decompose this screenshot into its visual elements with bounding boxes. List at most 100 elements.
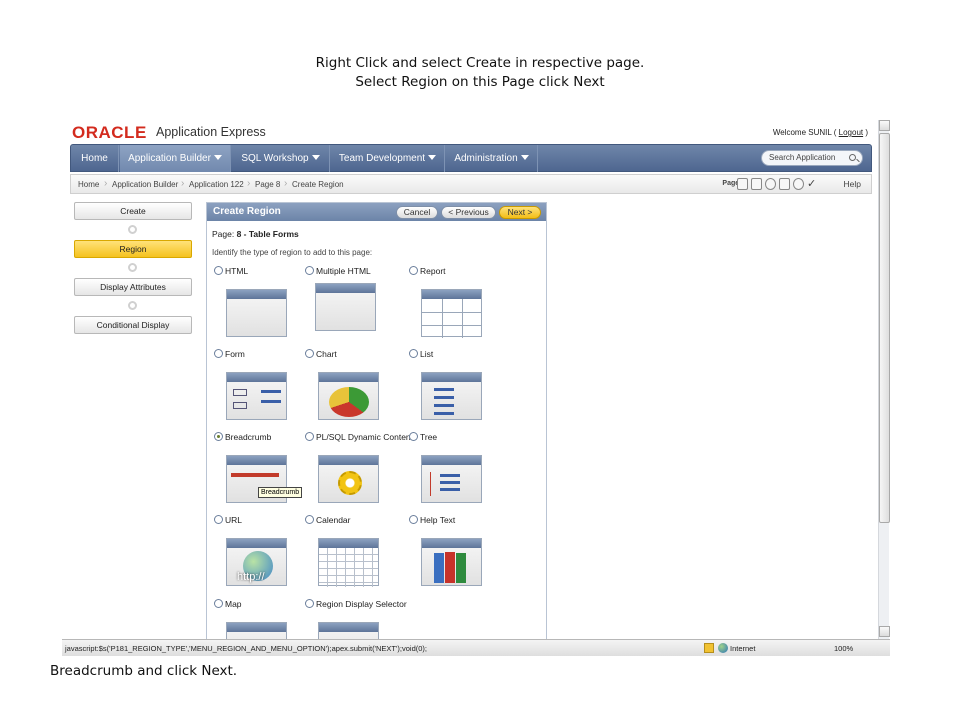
cancel-button[interactable]: Cancel	[396, 206, 438, 219]
radio-chart[interactable]	[305, 349, 314, 358]
form-region-thumbnail-icon[interactable]	[226, 372, 287, 420]
list-region-thumbnail-icon[interactable]	[421, 372, 482, 420]
option-region-display-selector-label: Region Display Selector	[316, 599, 407, 609]
radio-help-text[interactable]	[409, 515, 418, 524]
plsql-region-thumbnail-icon[interactable]	[318, 455, 379, 503]
option-url[interactable]: URL	[214, 515, 242, 525]
option-map[interactable]: Map	[214, 599, 242, 609]
wizard-step-region[interactable]: Region	[74, 240, 192, 258]
create-region-panel: Create Region Cancel < Previous Next > P…	[206, 202, 547, 656]
chart-region-thumbnail-icon[interactable]	[318, 372, 379, 420]
breadcrumb-application-builder[interactable]: Application Builder	[112, 180, 178, 189]
logout-link[interactable]: Logout	[839, 128, 863, 137]
instruction-caption: Right Click and select Create in respect…	[0, 54, 960, 92]
chevron-down-icon	[311, 155, 320, 160]
search-application-input[interactable]: Search Application	[761, 150, 863, 166]
option-help-text-label: Help Text	[420, 515, 456, 525]
radio-list[interactable]	[409, 349, 418, 358]
tab-sql-workshop-label: SQL Workshop	[241, 153, 309, 164]
radio-form[interactable]	[214, 349, 223, 358]
radio-url[interactable]	[214, 515, 223, 524]
tab-sql-workshop[interactable]: SQL Workshop	[232, 145, 330, 172]
scroll-thumb[interactable]	[879, 133, 890, 523]
option-region-display-selector[interactable]: Region Display Selector	[305, 599, 407, 609]
radio-breadcrumb[interactable]	[214, 432, 223, 441]
option-list[interactable]: List	[409, 349, 433, 359]
tab-application-builder[interactable]: Application Builder	[120, 145, 231, 172]
option-html[interactable]: HTML	[214, 266, 248, 276]
tab-administration[interactable]: Administration	[446, 145, 538, 172]
page-info-value: 8 - Table Forms	[236, 229, 299, 239]
option-report[interactable]: Report	[409, 266, 446, 276]
wizard-step-display-attributes[interactable]: Display Attributes	[74, 278, 192, 296]
welcome-text: Welcome SUNIL	[772, 128, 832, 137]
search-placeholder: Search Application	[769, 153, 836, 162]
option-breadcrumb[interactable]: Breadcrumb	[214, 432, 271, 442]
report-region-thumbnail-icon[interactable]	[421, 289, 482, 338]
option-html-label: HTML	[225, 266, 249, 276]
chevron-right-icon: ›	[247, 178, 251, 189]
status-url: javascript:$s('P181_REGION_TYPE','MENU_R…	[65, 644, 428, 653]
radio-report[interactable]	[409, 266, 418, 275]
radio-calendar[interactable]	[305, 515, 314, 524]
option-calendar[interactable]: Calendar	[305, 515, 351, 525]
option-chart[interactable]: Chart	[305, 349, 337, 359]
tab-administration-label: Administration	[454, 153, 518, 164]
search-icon[interactable]	[849, 154, 856, 161]
vertical-scrollbar[interactable]	[878, 120, 890, 639]
product-name: Application Express	[156, 125, 266, 139]
page-lock-icon[interactable]	[737, 178, 748, 190]
radio-plsql-dynamic-content[interactable]	[305, 432, 314, 441]
radio-region-display-selector[interactable]	[305, 599, 314, 608]
page-info: Page: 8 - Table Forms	[212, 229, 299, 239]
chevron-right-icon: ›	[104, 178, 108, 189]
option-form[interactable]: Form	[214, 349, 245, 359]
option-map-label: Map	[225, 599, 242, 609]
edit-page-icon[interactable]	[751, 178, 762, 190]
panel-title: Create Region	[213, 206, 281, 217]
calendar-region-thumbnail-icon[interactable]	[318, 538, 379, 587]
breadcrumb-application-122[interactable]: Application 122	[189, 180, 244, 189]
breadcrumb-page-8[interactable]: Page 8	[255, 180, 280, 189]
gear-icon[interactable]	[765, 178, 776, 190]
option-report-label: Report	[420, 266, 446, 276]
url-region-thumbnail-icon[interactable]: http://	[226, 538, 287, 586]
radio-map[interactable]	[214, 599, 223, 608]
tab-home[interactable]: Home	[71, 145, 119, 172]
scroll-up-icon[interactable]	[879, 120, 890, 131]
scroll-down-icon[interactable]	[879, 626, 890, 637]
breadcrumb-home[interactable]: Home	[78, 180, 99, 189]
globe-icon	[718, 643, 728, 653]
option-plsql-dynamic-content[interactable]: PL/SQL Dynamic Content	[305, 432, 413, 442]
chevron-right-icon: ›	[284, 178, 288, 189]
zoom-level[interactable]: 100%	[834, 644, 853, 653]
instruction-line-1: Right Click and select Create in respect…	[315, 55, 645, 71]
wizard-step-conditional-display[interactable]: Conditional Display	[74, 316, 192, 334]
option-multiple-html[interactable]: Multiple HTML	[305, 266, 371, 276]
status-zone: Internet	[730, 644, 756, 653]
shared-components-icon[interactable]	[779, 178, 790, 190]
option-calendar-label: Calendar	[316, 515, 351, 525]
tree-region-thumbnail-icon[interactable]	[421, 455, 482, 503]
radio-multiple-html[interactable]	[305, 266, 314, 275]
instruction-line-2: Select Region on this Page click Next	[355, 74, 605, 90]
page-info-label: Page:	[212, 229, 235, 239]
help-text-region-thumbnail-icon[interactable]	[421, 538, 482, 586]
multiple-html-thumbnail-icon[interactable]	[315, 283, 381, 336]
help-link[interactable]: Help	[844, 179, 861, 189]
radio-tree[interactable]	[409, 432, 418, 441]
comment-icon[interactable]	[793, 178, 804, 190]
radio-html[interactable]	[214, 266, 223, 275]
next-button[interactable]: Next >	[499, 206, 541, 219]
html-region-thumbnail-icon[interactable]	[226, 289, 287, 337]
wizard-step-create[interactable]: Create	[74, 202, 192, 220]
chevron-down-icon	[428, 155, 437, 160]
option-url-label: URL	[225, 515, 243, 525]
previous-button[interactable]: < Previous	[441, 206, 496, 219]
option-plsql-dynamic-content-label: PL/SQL Dynamic Content	[316, 432, 414, 442]
check-icon[interactable]: ✓	[807, 178, 818, 190]
url-thumb-text: http://	[237, 571, 265, 583]
tab-team-development[interactable]: Team Development	[331, 145, 445, 172]
option-tree[interactable]: Tree	[409, 432, 437, 442]
option-help-text[interactable]: Help Text	[409, 515, 455, 525]
